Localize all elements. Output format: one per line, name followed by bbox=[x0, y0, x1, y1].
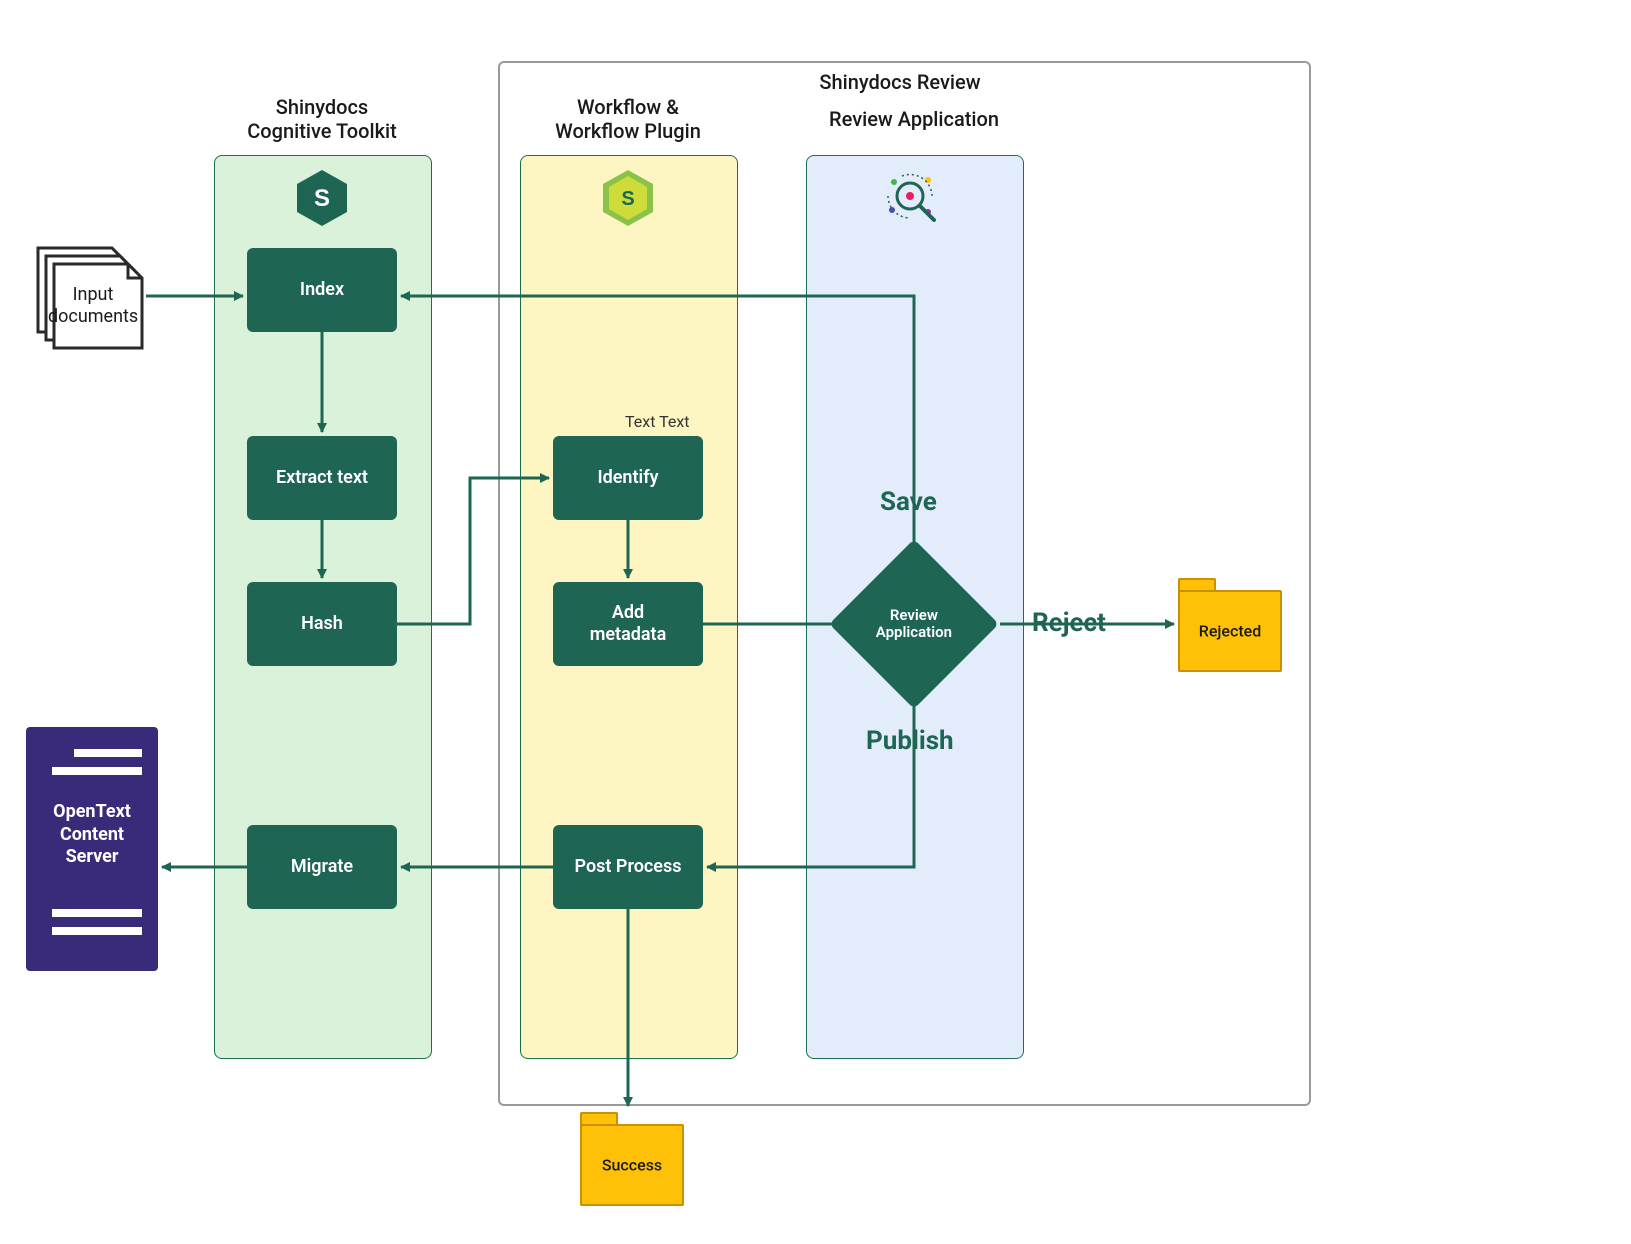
node-hash: Hash bbox=[247, 582, 397, 666]
input-documents-label: Input documents bbox=[48, 284, 138, 327]
rejected-folder: Rejected bbox=[1178, 590, 1282, 672]
node-post-process: Post Process bbox=[553, 825, 703, 909]
rejected-folder-label: Rejected bbox=[1180, 622, 1280, 641]
review-application-label: Review Application bbox=[876, 607, 952, 642]
success-folder: Success bbox=[580, 1124, 684, 1206]
svg-text:S: S bbox=[314, 185, 330, 212]
text-text-label: Text Text bbox=[625, 412, 690, 431]
node-add-metadata: Add metadata bbox=[553, 582, 703, 666]
opentext-server: OpenText Content Server bbox=[26, 727, 158, 971]
hexagon-s-green-icon: S bbox=[598, 168, 658, 228]
hexagon-s-icon: S bbox=[292, 168, 352, 228]
header-shinydocs-review: Shinydocs Review bbox=[700, 70, 1100, 94]
node-extract-text: Extract text bbox=[247, 436, 397, 520]
search-review-icon bbox=[880, 168, 948, 228]
action-publish: Publish bbox=[866, 726, 954, 756]
header-workflow-plugin: Workflow & Workflow Plugin bbox=[520, 95, 736, 143]
node-migrate: Migrate bbox=[247, 825, 397, 909]
node-identify: Identify bbox=[553, 436, 703, 520]
opentext-server-label: OpenText Content Server bbox=[26, 801, 158, 869]
action-save: Save bbox=[880, 487, 937, 517]
header-cognitive-toolkit: Shinydocs Cognitive Toolkit bbox=[214, 95, 430, 143]
svg-text:S: S bbox=[621, 188, 634, 210]
node-index: Index bbox=[247, 248, 397, 332]
success-folder-label: Success bbox=[582, 1156, 682, 1175]
diagram-canvas: Shinydocs Cognitive Toolkit Workflow & W… bbox=[0, 0, 1631, 1244]
header-review-application: Review Application bbox=[806, 107, 1022, 131]
action-reject: Reject bbox=[1032, 608, 1106, 638]
